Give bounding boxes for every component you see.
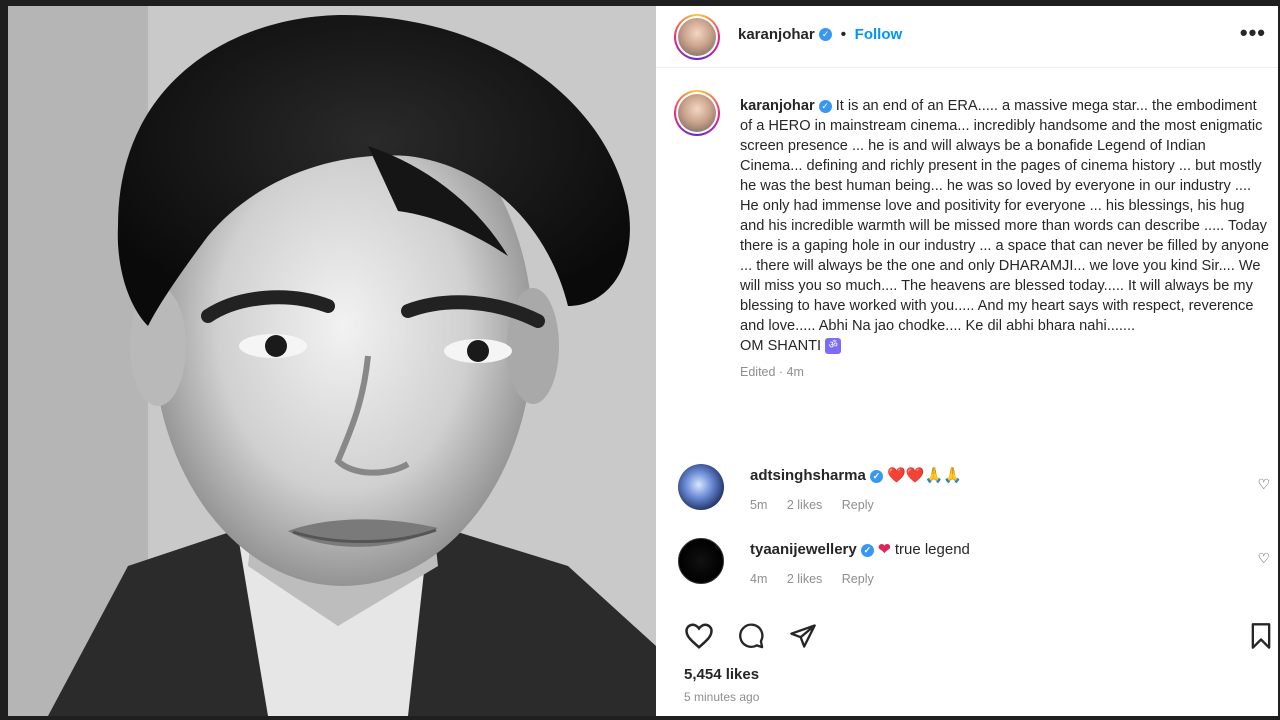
post-header: karanjohar ✓ • Follow ••• [656,6,1278,68]
post-caption: karanjohar ✓ It is an end of an ERA..... … [740,96,1270,382]
caption-author-username[interactable]: karanjohar [740,98,815,114]
follow-button[interactable]: Follow [855,26,903,43]
reply-button[interactable]: Reply [842,498,874,512]
heart-icon[interactable] [684,622,714,650]
commenter-avatar[interactable] [678,464,724,510]
comment-like-heart-icon[interactable]: ♡ [1257,550,1270,567]
commenter-username[interactable]: tyaanijewellery [750,541,857,558]
portrait-illustration [8,6,656,716]
comment-meta: 4m 2 likes Reply [750,572,890,586]
verified-badge-icon: ✓ [870,469,884,483]
more-options-icon[interactable]: ••• [1240,20,1266,46]
verified-badge-icon: ✓ [818,99,832,113]
post-photo[interactable] [8,6,656,716]
comment-text: true legend [894,541,970,558]
commenter-username[interactable]: adtsinghsharma [750,467,866,484]
commenter-avatar[interactable] [678,538,724,584]
comment-line: tyaanijewellery ✓ ❤ true legend [750,540,970,558]
comment-age: 4m [750,572,768,586]
caption-text: It is an end of an ERA..... a massive me… [740,98,1269,334]
comment-likes[interactable]: 2 likes [787,572,822,586]
comment-text: ❤️❤️🙏🙏 [887,467,962,484]
bookmark-icon[interactable] [1248,622,1274,650]
separator-dot: • [840,26,847,43]
send-icon[interactable] [788,622,818,650]
instagram-post-window: karanjohar ✓ • Follow ••• karanjohar ✓ It… [8,6,1278,716]
om-emoji-icon: ॐ [825,338,842,354]
author-username[interactable]: karanjohar [738,26,815,43]
verified-badge-icon: ✓ [860,543,874,557]
verified-badge-icon: ✓ [819,28,833,42]
posted-time: 5 minutes ago [684,690,760,704]
comment-like-heart-icon[interactable]: ♡ [1257,476,1270,493]
comment-line: adtsinghsharma ✓ ❤️❤️🙏🙏 [750,466,962,484]
comment-likes[interactable]: 2 likes [787,498,822,512]
post-actions-bar [656,616,1278,656]
post-details-panel: karanjohar ✓ • Follow ••• karanjohar ✓ It… [656,6,1278,716]
red-heart-icon: ❤ [878,541,891,558]
comment-meta: 5m 2 likes Reply [750,498,890,512]
reply-button[interactable]: Reply [842,572,874,586]
comment-item: adtsinghsharma ✓ ❤️❤️🙏🙏 5m 2 likes Reply… [656,462,1278,522]
author-line: karanjohar ✓ • Follow [738,26,902,44]
caption-closing: OM SHANTI [740,338,822,354]
caption-meta: Edited · 4m [740,365,804,379]
caption-author-avatar[interactable] [674,90,720,136]
likes-count[interactable]: 5,454 likes [684,666,759,683]
comment-item: tyaanijewellery ✓ ❤ true legend 4m 2 lik… [656,536,1278,596]
comment-age: 5m [750,498,768,512]
comment-icon[interactable] [736,622,766,650]
author-avatar[interactable] [674,14,720,60]
